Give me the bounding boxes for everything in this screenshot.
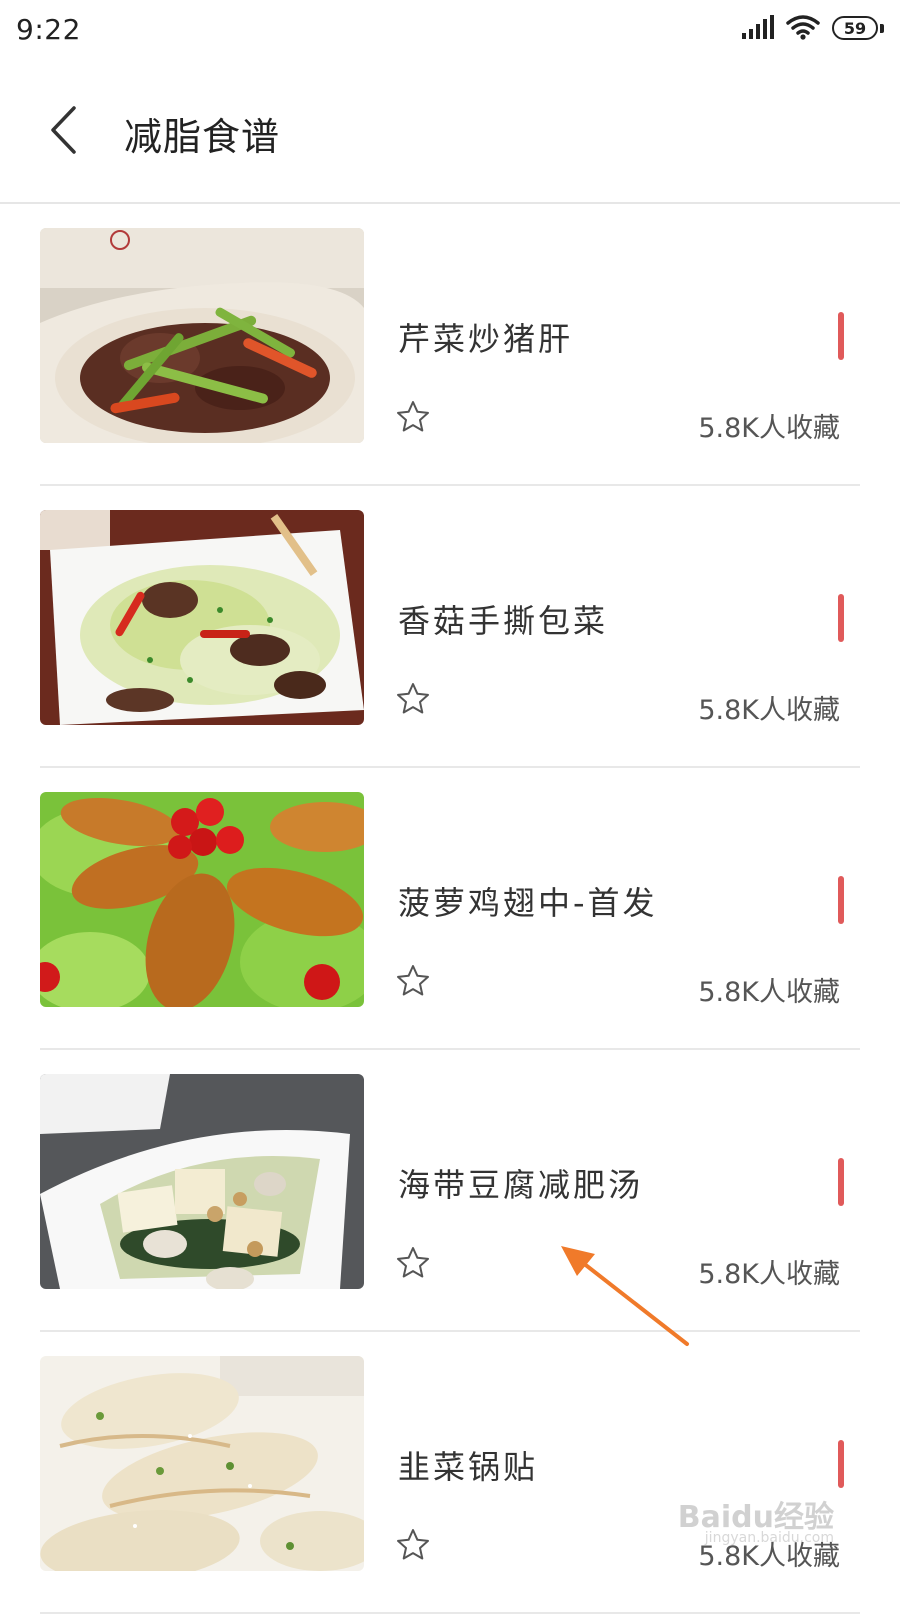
favorite-button[interactable]	[396, 964, 430, 998]
favorite-button[interactable]	[396, 400, 430, 434]
red-marker	[838, 594, 844, 642]
chevron-left-icon	[48, 105, 78, 159]
star-outline-icon	[397, 401, 429, 432]
favorite-button[interactable]	[396, 1528, 430, 1562]
favorite-count: 5.8K人收藏	[698, 977, 840, 1008]
recipe-item[interactable]: 海带豆腐减肥汤 5.8K人收藏	[0, 1050, 900, 1332]
status-time: 9:22	[16, 13, 81, 46]
recipe-name: 芹菜炒猪肝	[398, 320, 574, 358]
recipe-list: 芹菜炒猪肝 5.8K人收藏 香菇手撕包菜 5.8K人收藏 菠萝鸡翅中-首发 5.…	[0, 204, 900, 1614]
favorite-button[interactable]	[396, 682, 430, 716]
star-outline-icon	[397, 1529, 429, 1560]
recipe-item[interactable]: 香菇手撕包菜 5.8K人收藏	[0, 486, 900, 768]
signal-icon	[742, 15, 774, 43]
recipe-thumbnail-image	[40, 792, 364, 1007]
red-marker	[838, 312, 844, 360]
page-title: 减脂食谱	[124, 115, 281, 159]
recipe-item[interactable]: 韭菜锅贴 5.8K人收藏	[0, 1332, 900, 1614]
annotation-arrow	[555, 1240, 695, 1350]
red-marker	[838, 1158, 844, 1206]
star-outline-icon	[397, 683, 429, 714]
red-marker	[838, 1440, 844, 1488]
favorite-count: 5.8K人收藏	[698, 413, 840, 444]
status-bar: 9:22 59	[0, 0, 900, 62]
recipe-thumbnail-image	[40, 228, 364, 443]
recipe-thumbnail-image	[40, 1074, 364, 1289]
recipe-item[interactable]: 芹菜炒猪肝 5.8K人收藏	[0, 204, 900, 486]
recipe-name: 香菇手撕包菜	[398, 602, 609, 640]
battery-icon: 59	[832, 16, 884, 42]
favorite-count: 5.8K人收藏	[698, 695, 840, 726]
recipe-item[interactable]: 菠萝鸡翅中-首发 5.8K人收藏	[0, 768, 900, 1050]
red-marker	[838, 876, 844, 924]
star-outline-icon	[397, 965, 429, 996]
watermark-url: jingyan.baidu.com	[704, 1530, 834, 1546]
recipe-name: 菠萝鸡翅中-首发	[398, 884, 658, 922]
recipe-thumbnail-image	[40, 1356, 364, 1571]
favorite-button[interactable]	[396, 1246, 430, 1280]
battery-level: 59	[832, 16, 878, 40]
app-header: 减脂食谱	[0, 62, 900, 204]
star-outline-icon	[397, 1247, 429, 1278]
wifi-icon	[786, 14, 820, 44]
status-icons: 59	[742, 14, 884, 44]
favorite-count: 5.8K人收藏	[698, 1259, 840, 1290]
recipe-name: 海带豆腐减肥汤	[398, 1166, 644, 1204]
recipe-thumbnail-image	[40, 510, 364, 725]
back-button[interactable]	[36, 100, 90, 164]
recipe-name: 韭菜锅贴	[398, 1448, 539, 1486]
